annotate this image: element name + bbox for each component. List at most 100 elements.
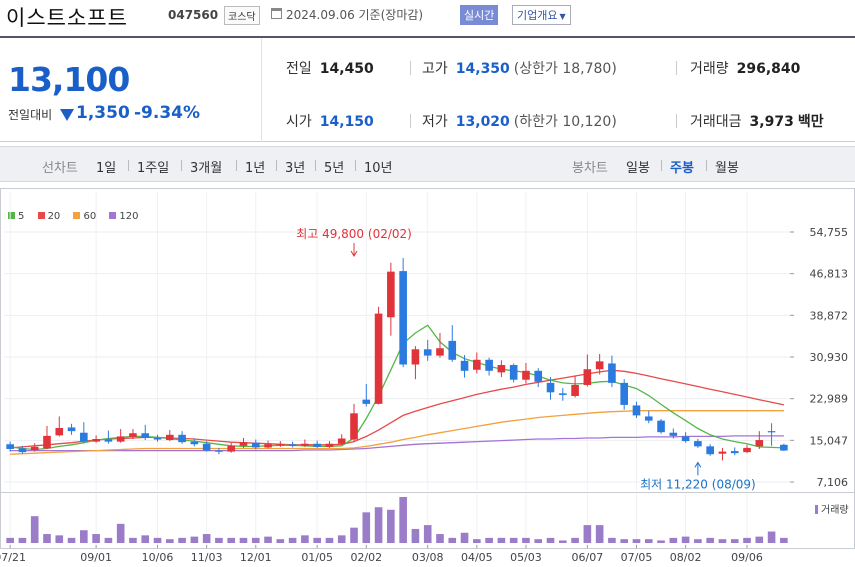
volume-bar <box>497 537 506 543</box>
x-tick-label: 07/05 <box>621 551 653 564</box>
volume-bar <box>571 537 579 543</box>
candle-body <box>190 441 199 445</box>
volume-bar <box>436 534 444 543</box>
candle-body <box>288 444 297 446</box>
candle-body <box>104 439 113 442</box>
volume-bar <box>620 539 629 543</box>
y-tick-label: 38,872 <box>810 309 849 322</box>
volume-bar <box>780 537 788 543</box>
stock-chart: 54,755 46,813 38,872 30,930 22,989 15,047 7,10… <box>0 188 855 564</box>
candle-body <box>325 443 334 447</box>
volume-bar <box>337 535 346 543</box>
candle-body <box>595 361 604 370</box>
volume-bar <box>6 537 14 543</box>
candle-body <box>116 436 125 442</box>
volume-bar <box>534 539 543 543</box>
candle-body <box>473 359 481 370</box>
candle-body <box>301 443 309 446</box>
candle-body <box>423 349 432 356</box>
candle-body <box>55 427 64 436</box>
volume-bar <box>374 507 383 543</box>
candle-body <box>276 444 285 446</box>
volume-bar <box>411 528 420 543</box>
candle-body <box>337 438 346 444</box>
candle-body <box>718 451 727 454</box>
candle-body <box>264 444 272 448</box>
volume-bar <box>55 535 64 543</box>
x-tick-label: 10/06 <box>142 551 174 564</box>
candle-body <box>755 440 764 447</box>
volume-bar <box>669 537 678 543</box>
volume-bar <box>178 537 186 543</box>
volume-bar <box>448 537 457 543</box>
candle-body <box>767 431 776 433</box>
candle-body <box>350 413 358 440</box>
candle-body <box>583 369 592 385</box>
y-tick-label: 46,813 <box>810 268 849 281</box>
x-tick-label: 07/21 <box>0 551 26 564</box>
x-tick-label: 01/05 <box>301 551 333 564</box>
volume-bar <box>350 527 358 543</box>
candle-body <box>706 446 714 455</box>
volume-bar <box>325 537 334 543</box>
volume-bar <box>67 537 76 543</box>
candle-body <box>780 444 788 451</box>
candle-body <box>80 432 88 442</box>
candle-body <box>411 349 420 365</box>
candle-body <box>141 433 150 438</box>
volume-bar <box>546 537 555 543</box>
candle-body <box>387 271 395 318</box>
candle-body <box>43 435 51 449</box>
y-tick-label: 15,047 <box>810 434 849 447</box>
volume-bar <box>104 537 113 543</box>
volume-bar <box>681 536 690 543</box>
volume-bar <box>718 539 727 543</box>
volume-bar <box>80 530 88 543</box>
candle-body <box>227 445 236 452</box>
volume-bar <box>227 537 236 543</box>
volume-bar <box>276 539 285 543</box>
volume-bar <box>190 536 199 543</box>
volume-bar <box>313 537 321 543</box>
volume-bar <box>264 536 272 543</box>
volume-bar <box>165 539 174 543</box>
x-tick-label: 09/06 <box>731 551 763 564</box>
volume-bar <box>583 525 592 543</box>
volume-bar <box>706 537 714 543</box>
volume-bar <box>644 539 653 543</box>
candle-body <box>730 451 739 454</box>
volume-bar <box>423 525 432 543</box>
candle-body <box>374 313 383 404</box>
candle-body <box>178 434 186 443</box>
volume-bar <box>43 534 51 543</box>
x-tick-label: 03/08 <box>412 551 444 564</box>
volume-bar <box>460 532 469 543</box>
volume-bar <box>116 523 125 543</box>
x-tick-label: 06/07 <box>572 551 604 564</box>
x-tick-label: 04/05 <box>461 551 493 564</box>
volume-bar <box>694 539 702 543</box>
candle-body <box>67 427 76 432</box>
candle-body <box>239 442 248 446</box>
candle-body <box>644 416 653 421</box>
candle-body <box>153 437 162 440</box>
volume-bar <box>608 537 616 543</box>
candle-body <box>251 442 260 448</box>
volume-bar <box>485 537 493 543</box>
volume-bar <box>399 497 407 543</box>
candle-body <box>448 340 457 360</box>
candle-body <box>92 439 100 442</box>
candle-body <box>620 382 629 405</box>
candle-body <box>669 432 678 436</box>
volume-bar <box>362 512 371 543</box>
y-tick-label: 30,930 <box>810 351 849 364</box>
candle-body <box>534 370 543 382</box>
candle-body <box>436 348 444 356</box>
candle-body <box>362 399 371 404</box>
candle-body <box>6 444 14 449</box>
volume-bar <box>387 509 395 543</box>
x-tick-label: 09/01 <box>80 551 112 564</box>
volume-bar <box>730 539 739 543</box>
ma60-line <box>10 410 784 455</box>
x-tick-label: 05/03 <box>510 551 542 564</box>
